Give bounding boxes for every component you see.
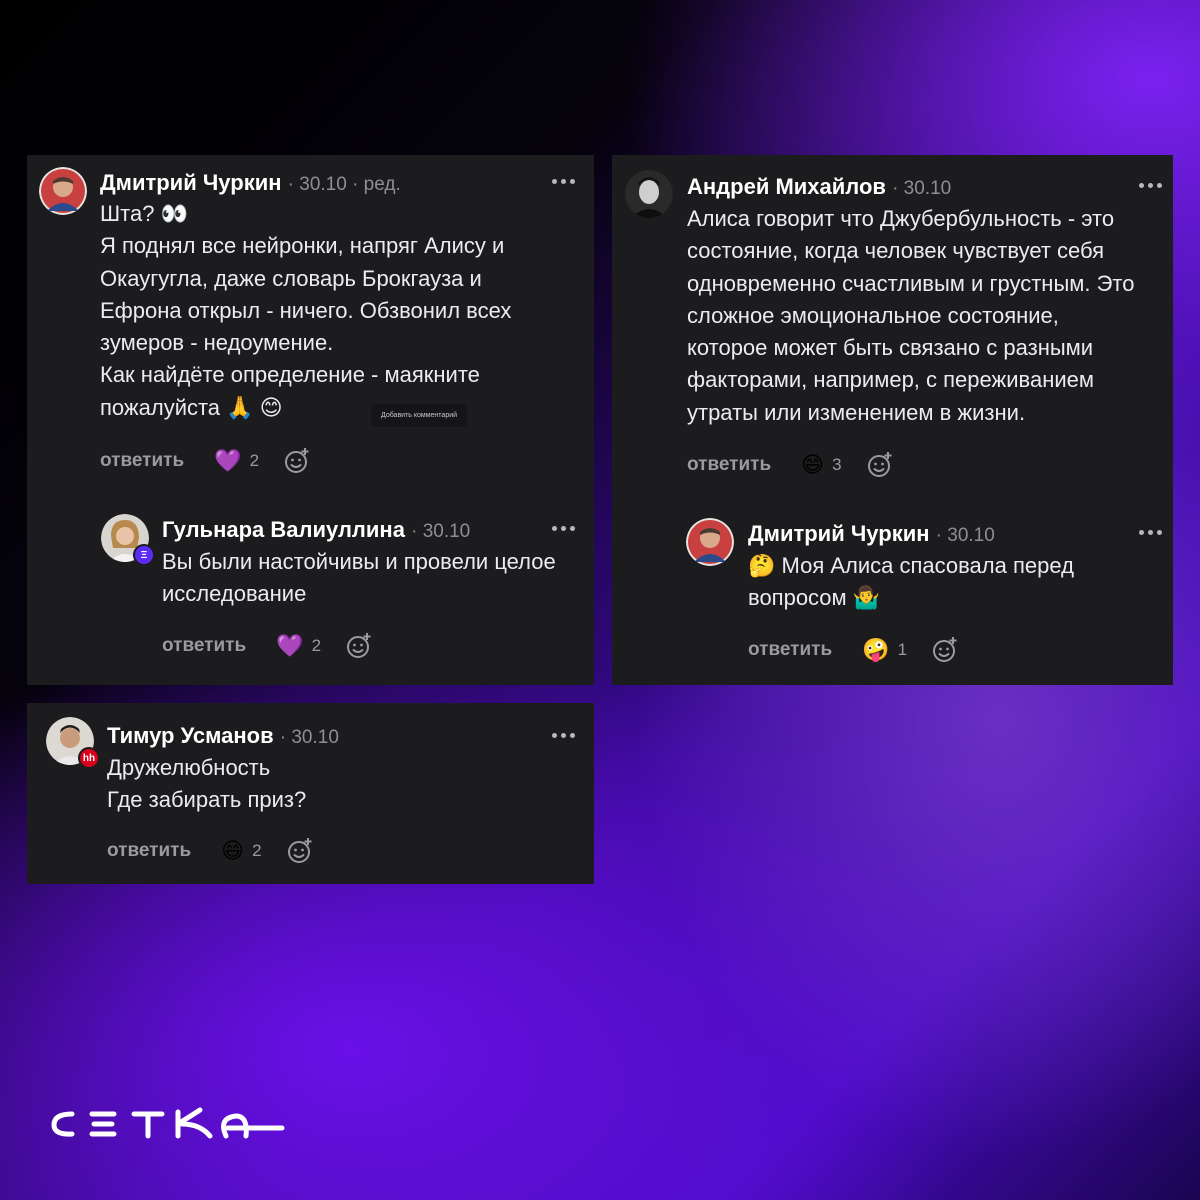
grin-emoji-icon: 😄	[801, 452, 825, 477]
author-name[interactable]: Тимур Усманов	[107, 723, 274, 748]
reaction-chip[interactable]: 💜 2	[276, 634, 321, 658]
more-dots-icon	[1139, 530, 1144, 535]
reply-button[interactable]: ответить	[107, 840, 191, 862]
comment-line: Ефрона открыл - ничего. Обзвонил всех	[100, 297, 512, 323]
comment-header: Дмитрий Чуркин · 30.10 · ред.	[100, 170, 401, 198]
comment-line: вопросом 🤷‍♂️	[748, 585, 881, 611]
comment-date: · 30.10	[279, 727, 339, 748]
comment-line: Окаугугла, даже словарь Брокгауза и	[100, 265, 482, 291]
comment-line: Вы были настойчивы и провели целое	[162, 549, 556, 574]
comment-actions: ответить 😄 2	[107, 836, 314, 866]
heart-emoji-icon: 💜	[276, 633, 304, 658]
reaction-chip[interactable]: 😄 3	[801, 453, 841, 477]
comment-line: утраты или изменением в жизни.	[687, 399, 1026, 425]
grin-emoji-icon: 😄	[221, 838, 245, 863]
verified-badge-icon: Ξ	[133, 544, 155, 566]
comment-actions: ответить 💜 2	[100, 446, 311, 476]
comment-actions: ответить 😄 3	[687, 450, 894, 480]
avatar-photo	[686, 518, 734, 566]
reaction-count: 3	[832, 455, 842, 474]
comment-date: · 30.10	[411, 521, 471, 542]
avatar-photo	[625, 170, 673, 218]
zany-emoji-icon: 🤪	[862, 637, 890, 662]
reply-button[interactable]: ответить	[748, 639, 832, 661]
comment-text: 🤔 Моя Алиса спасовала перед вопросом 🤷‍♂…	[748, 550, 1074, 615]
more-options-button[interactable]	[1139, 530, 1162, 535]
comment-thread-card-2: Андрей Михайлов · 30.10 Алиса говорит чт…	[612, 155, 1173, 685]
comment-line: состояние, когда человек чувствует себя	[687, 238, 1105, 264]
reaction-count: 2	[311, 636, 322, 655]
avatar[interactable]	[686, 518, 734, 566]
comment-text: Шта? 👀 Я поднял все нейронки, напряг Али…	[100, 198, 511, 424]
reply-button[interactable]: ответить	[162, 635, 246, 657]
avatar[interactable]	[39, 167, 87, 215]
comment-line: зумеров - недоумение.	[100, 330, 334, 356]
add-reaction-icon[interactable]	[286, 837, 314, 865]
comment-header: Андрей Михайлов · 30.10	[687, 174, 951, 202]
comment-line: Шта? 👀	[100, 201, 188, 226]
avatar[interactable]: hh	[46, 717, 100, 769]
author-name[interactable]: Гульнара Валиуллина	[162, 517, 405, 542]
add-comment-tooltip: Добавить комментарий	[371, 404, 468, 427]
comment-date: · 30.10 · ред.	[287, 174, 401, 195]
more-options-button[interactable]	[552, 179, 575, 184]
heart-emoji-icon: 💜	[214, 448, 242, 473]
reaction-chip[interactable]: 🤪 1	[862, 638, 907, 662]
more-options-button[interactable]	[552, 733, 575, 738]
comment-text: Вы были настойчивы и провели целое иссле…	[162, 546, 556, 611]
more-options-button[interactable]	[1139, 183, 1162, 188]
avatar[interactable]: Ξ	[101, 514, 155, 566]
comment-text: Дружелюбность Где забирать приз?	[107, 752, 306, 817]
comment-thread-card-3: hh Тимур Усманов · 30.10 Дружелюбность Г…	[27, 703, 594, 884]
comment-line: которое может быть связано с разными	[687, 335, 1094, 361]
more-dots-icon	[1139, 183, 1144, 188]
avatar[interactable]	[625, 170, 673, 218]
comment-actions: ответить 💜 2	[162, 631, 373, 661]
more-dots-icon	[552, 526, 557, 531]
cetka-logo	[51, 1107, 285, 1139]
comment-thread-card-1: Дмитрий Чуркин · 30.10 · ред. Шта? 👀 Я п…	[27, 155, 594, 685]
author-name[interactable]: Андрей Михайлов	[687, 174, 886, 199]
avatar-photo	[39, 167, 87, 215]
comment-line: факторами, например, с переживанием	[687, 367, 1094, 393]
reaction-chip[interactable]: 💜 2	[214, 449, 259, 473]
reaction-count: 1	[897, 640, 908, 659]
comment-line: Я поднял все нейронки, напряг Алису и	[100, 233, 505, 259]
comment-line: 🤔 Моя Алиса спасовала перед	[748, 553, 1074, 578]
comment-header: Дмитрий Чуркин · 30.10	[748, 521, 995, 549]
reply-button[interactable]: ответить	[100, 450, 184, 472]
comment-actions: ответить 🤪 1	[748, 635, 959, 665]
more-dots-icon	[552, 179, 557, 184]
comment-line: Дружелюбность	[107, 755, 271, 780]
more-options-button[interactable]	[552, 526, 575, 531]
comment-header: Гульнара Валиуллина · 30.10	[162, 517, 470, 545]
comment-text: Алиса говорит что Джубербульность - это …	[687, 203, 1134, 429]
reaction-count: 2	[252, 841, 262, 860]
add-reaction-icon[interactable]	[866, 451, 894, 479]
comment-line: одновременно счастливым и грустным. Это	[687, 270, 1135, 296]
reaction-count: 2	[249, 451, 260, 470]
comment-line: исследование	[162, 581, 307, 607]
add-reaction-icon[interactable]	[283, 447, 311, 475]
reply-button[interactable]: ответить	[687, 454, 771, 476]
reaction-chip[interactable]: 😄 2	[221, 839, 261, 863]
comment-date: · 30.10	[892, 178, 952, 199]
add-reaction-icon[interactable]	[931, 636, 959, 664]
comment-line: Где забирать приз?	[107, 787, 307, 813]
comment-line: сложное эмоциональное состояние,	[687, 302, 1059, 328]
hh-badge-icon: hh	[78, 747, 100, 769]
add-reaction-icon[interactable]	[345, 632, 373, 660]
comment-header: Тимур Усманов · 30.10	[107, 723, 339, 751]
author-name[interactable]: Дмитрий Чуркин	[748, 521, 930, 546]
comment-line: Алиса говорит что Джубербульность - это	[687, 206, 1115, 231]
comment-date: · 30.10	[935, 525, 995, 546]
comment-line: Как найдёте определение - маякните	[100, 362, 480, 388]
more-dots-icon	[552, 733, 557, 738]
author-name[interactable]: Дмитрий Чуркин	[100, 170, 282, 195]
